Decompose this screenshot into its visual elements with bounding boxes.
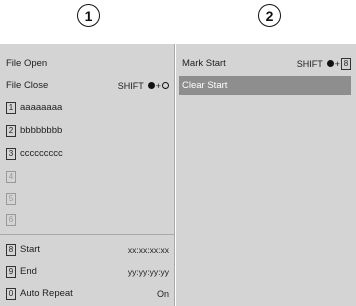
separator bbox=[0, 234, 174, 235]
slot-label: aaaaaaaa bbox=[20, 102, 63, 113]
slot-label: bbbbbbbb bbox=[20, 125, 63, 136]
file-close-shortcut: SHIFT + bbox=[118, 81, 169, 91]
slot-item-4: 4 bbox=[6, 167, 169, 186]
menu-item-end[interactable]: 9 End yy:yy:yy:yy bbox=[6, 262, 169, 281]
menu-item-auto-repeat[interactable]: 0 Auto Repeat On bbox=[6, 284, 169, 303]
ring-button-icon bbox=[162, 82, 169, 89]
menu-item-file-open[interactable]: File Open bbox=[6, 54, 169, 73]
slot-item-3[interactable]: 3 ccccccccc bbox=[6, 144, 169, 163]
slot-label: ccccccccc bbox=[20, 148, 63, 159]
file-menu-panel: File Open File Close SHIFT + 1 aaaaaaaa 2… bbox=[0, 44, 175, 306]
auto-repeat-value: On bbox=[156, 288, 169, 299]
menu-item-start[interactable]: 8 Start xx:xx:xx:xx bbox=[6, 240, 169, 259]
key-8-badge: 8 bbox=[341, 57, 351, 70]
mark-start-label: Mark Start bbox=[182, 58, 226, 69]
key-9-badge: 9 bbox=[6, 265, 16, 278]
menu-item-clear-start[interactable]: Clear Start bbox=[179, 76, 351, 95]
slot-item-6: 6 bbox=[6, 210, 169, 229]
key-6-badge: 6 bbox=[6, 213, 16, 226]
record-dot-icon bbox=[147, 82, 155, 89]
shortcut-shift-label: SHIFT bbox=[117, 80, 144, 91]
record-dot-icon bbox=[326, 60, 334, 67]
slot-item-5: 5 bbox=[6, 189, 169, 208]
plus-icon: + bbox=[334, 58, 340, 69]
auto-repeat-label: Auto Repeat bbox=[20, 288, 73, 299]
end-label: End bbox=[20, 266, 37, 277]
callout-number-1: 1 bbox=[77, 4, 100, 27]
key-8-badge: 8 bbox=[6, 243, 16, 256]
mark-menu-panel: Mark Start SHIFT +8 Clear Start bbox=[176, 44, 356, 306]
slot-item-1[interactable]: 1 aaaaaaaa bbox=[6, 98, 169, 117]
start-label: Start bbox=[20, 244, 41, 255]
key-2-badge: 2 bbox=[6, 124, 16, 137]
file-open-label: File Open bbox=[6, 58, 48, 69]
clear-start-label: Clear Start bbox=[182, 80, 228, 91]
menu-item-mark-start[interactable]: Mark Start SHIFT +8 bbox=[182, 54, 351, 73]
plus-icon: + bbox=[155, 80, 161, 91]
mark-start-shortcut: SHIFT +8 bbox=[296, 57, 351, 70]
key-4-badge: 4 bbox=[6, 170, 16, 183]
menu-item-file-close[interactable]: File Close SHIFT + bbox=[6, 76, 169, 95]
callout-number-2: 2 bbox=[258, 4, 281, 27]
key-0-badge: 0 bbox=[6, 287, 16, 300]
key-1-badge: 1 bbox=[6, 101, 16, 114]
shortcut-shift-label: SHIFT bbox=[296, 58, 323, 69]
key-3-badge: 3 bbox=[6, 147, 16, 160]
file-close-label: File Close bbox=[6, 80, 49, 91]
start-timecode: xx:xx:xx:xx bbox=[127, 244, 169, 255]
slot-item-2[interactable]: 2 bbbbbbbb bbox=[6, 121, 169, 140]
key-5-badge: 5 bbox=[6, 192, 16, 205]
end-timecode: yy:yy:yy:yy bbox=[127, 266, 169, 277]
